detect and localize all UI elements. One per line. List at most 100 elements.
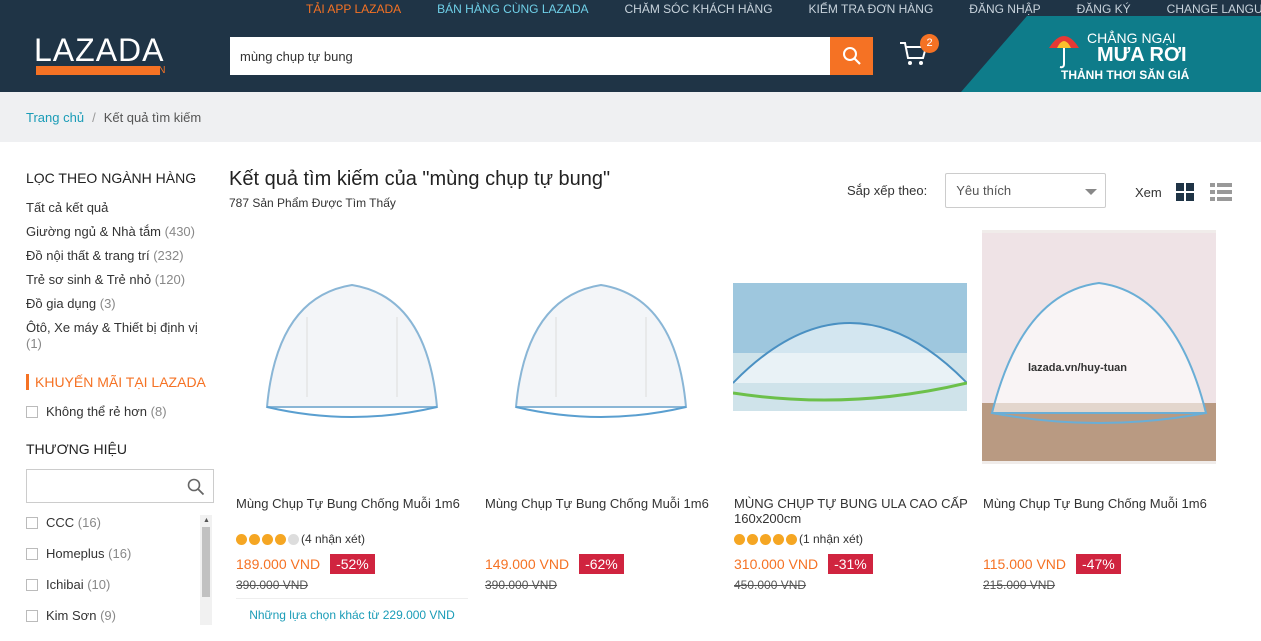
sort-value: Yêu thích [956, 183, 1012, 198]
cart-button[interactable]: 2 [898, 34, 939, 73]
product-price: 149.000 VND -62% [485, 554, 624, 574]
toplink-customer-care[interactable]: CHĂM SÓC KHÁCH HÀNG [607, 2, 791, 16]
umbrella-icon [1049, 36, 1079, 69]
sort-label: Sắp xếp theo: [847, 183, 928, 198]
product-image[interactable]: lazada.vn/huy-tuan [982, 230, 1216, 464]
category-item[interactable]: Đồ nội thất & trang trí (232) [26, 248, 216, 264]
view-toggle: Xem [1135, 183, 1232, 201]
product-price: 189.000 VND -52% [236, 554, 375, 574]
product-rating: (1 nhận xét) [734, 532, 863, 546]
brand-search-input[interactable] [27, 470, 177, 502]
checkbox[interactable] [26, 578, 38, 591]
promo-banner[interactable]: CHẲNG NGẠI MƯA RƠI THẢNH THƠI SĂN GIÁ [961, 16, 1261, 92]
chevron-down-icon [1085, 189, 1098, 195]
brand-count: (9) [100, 608, 116, 623]
product-name[interactable]: Mùng Chụp Tự Bung Chống Muỗi 1m6 [485, 496, 725, 511]
product-image[interactable] [484, 230, 718, 464]
category-count: (3) [99, 296, 116, 311]
category-item[interactable]: Đồ gia dụng (3) [26, 296, 216, 312]
brand-list: CCC (16) Homeplus (16) Ichibai (10) Kim … [26, 515, 216, 635]
search-bar [230, 37, 873, 75]
brand-item[interactable]: Kim Sơn (9) [26, 608, 216, 623]
category-count: (232) [153, 248, 184, 263]
product-card[interactable]: lazada.vn/huy-tuan Mùng Chụp Tự Bung Chố… [976, 230, 1225, 592]
brand-scrollbar-thumb[interactable] [202, 527, 210, 597]
toplink-language[interactable]: CHANGE LANGUAGE [1149, 2, 1261, 16]
category-item[interactable]: Giường ngủ & Nhà tắm (430) [26, 224, 216, 240]
toplink-app[interactable]: TẢI APP LAZADA [288, 2, 419, 16]
breadcrumb: Trang chủ / Kết quả tìm kiếm [0, 92, 1261, 142]
product-grid: Mùng Chụp Tự Bung Chống Muỗi 1m6 (4 nhận… [229, 230, 1225, 622]
breadcrumb-home[interactable]: Trang chủ [26, 110, 84, 125]
toplink-login[interactable]: ĐĂNG NHẬP [951, 2, 1058, 16]
star-empty-icon [288, 533, 299, 545]
scroll-up-arrow-icon[interactable]: ▲ [203, 517, 210, 524]
star-icon [760, 533, 771, 545]
brand-item[interactable]: CCC (16) [26, 515, 216, 530]
product-price: 310.000 VND -31% [734, 554, 873, 574]
brand-item[interactable]: Ichibai (10) [26, 577, 216, 592]
discount-badge: -62% [579, 554, 624, 574]
search-input[interactable] [230, 37, 830, 75]
brand-filter-title: THƯƠNG HIỆU [26, 441, 127, 457]
price-current: 310.000 VND [734, 556, 819, 572]
price-current: 189.000 VND [236, 556, 321, 572]
product-card[interactable]: MÙNG CHỤP TỰ BUNG ULA CAO CẤP 160x200cm … [727, 230, 976, 592]
category-label: Giường ngủ & Nhà tắm [26, 224, 162, 239]
tent-bedroom-image [733, 283, 967, 411]
brand-label: CCC [46, 515, 75, 530]
toplink-sell[interactable]: BÁN HÀNG CÙNG LAZADA [419, 2, 606, 16]
product-image[interactable] [235, 230, 469, 464]
product-image[interactable] [733, 230, 967, 464]
logo-text: LAZADA [34, 32, 165, 68]
product-card[interactable]: Mùng Chụp Tự Bung Chống Muỗi 1m6 (4 nhận… [229, 230, 478, 622]
product-name[interactable]: Mùng Chụp Tự Bung Chống Muỗi 1m6 [236, 496, 476, 511]
sort-select[interactable]: Yêu thích [945, 173, 1107, 208]
review-count: (4 nhận xét) [301, 532, 366, 546]
brand-label: Ichibai [46, 577, 84, 592]
price-original: 450.000 VND [734, 578, 807, 592]
image-watermark: lazada.vn/huy-tuan [1028, 362, 1128, 374]
breadcrumb-separator: / [92, 109, 96, 125]
category-count: (120) [154, 272, 186, 287]
category-label: Đồ gia dụng [26, 296, 97, 311]
search-icon[interactable] [187, 478, 205, 496]
list-view-icon[interactable] [1209, 183, 1232, 201]
search-icon [842, 47, 861, 65]
category-label: Đồ nội thất & trang trí [26, 248, 150, 263]
product-name[interactable]: Mùng Chụp Tự Bung Chống Muỗi 1m6 [983, 496, 1223, 511]
category-filter-title: LỌC THEO NGÀNH HÀNG [26, 170, 197, 186]
checkbox[interactable] [26, 547, 38, 560]
product-name[interactable]: MÙNG CHỤP TỰ BUNG ULA CAO CẤP 160x200cm [734, 496, 974, 526]
toplink-track-order[interactable]: KIỂM TRA ĐƠN HÀNG [791, 2, 952, 16]
category-item[interactable]: Trẻ sơ sinh & Trẻ nhỏ (120) [26, 272, 216, 288]
grid-view-icon[interactable] [1175, 183, 1194, 201]
checkbox[interactable] [26, 405, 38, 418]
site-header: TẢI APP LAZADA BÁN HÀNG CÙNG LAZADA CHĂM… [0, 0, 1261, 92]
results-area: Kết quả tìm kiếm của "mùng chụp tự bung"… [229, 168, 1239, 622]
price-original: 390.000 VND [236, 578, 309, 592]
top-links: TẢI APP LAZADA BÁN HÀNG CÙNG LAZADA CHĂM… [288, 2, 1261, 16]
site-logo[interactable]: LAZADA .VN [34, 32, 165, 76]
brand-item[interactable]: Homeplus (16) [26, 546, 216, 561]
promo-filter-title: KHUYẾN MÃI TẠI LAZADA [26, 374, 216, 390]
category-all[interactable]: Tất cả kết quả [26, 200, 216, 216]
discount-badge: -47% [1076, 554, 1121, 574]
brand-search [26, 469, 214, 503]
product-rating: (4 nhận xét) [236, 532, 365, 546]
toplink-register[interactable]: ĐĂNG KÝ [1059, 2, 1149, 16]
star-icon [236, 533, 247, 545]
checkbox[interactable] [26, 516, 38, 529]
search-button[interactable] [830, 37, 873, 75]
product-card[interactable]: Mùng Chụp Tự Bung Chống Muỗi 1m6 149.000… [478, 230, 727, 592]
promo-filter-checkbox[interactable]: Không thể rẻ hơn (8) [26, 404, 216, 419]
view-label: Xem [1135, 184, 1162, 200]
star-icon [275, 533, 286, 545]
other-options-link[interactable]: Những lựa chọn khác từ 229.000 VND [236, 598, 468, 630]
checkbox[interactable] [26, 609, 38, 622]
category-item[interactable]: Ôtô, Xe máy & Thiết bị định vị (1) [26, 320, 216, 352]
product-price: 115.000 VND -47% [983, 554, 1121, 574]
price-original: 390.000 VND [485, 578, 558, 592]
tent-image [265, 283, 439, 418]
tent-bed-image [982, 233, 1216, 461]
